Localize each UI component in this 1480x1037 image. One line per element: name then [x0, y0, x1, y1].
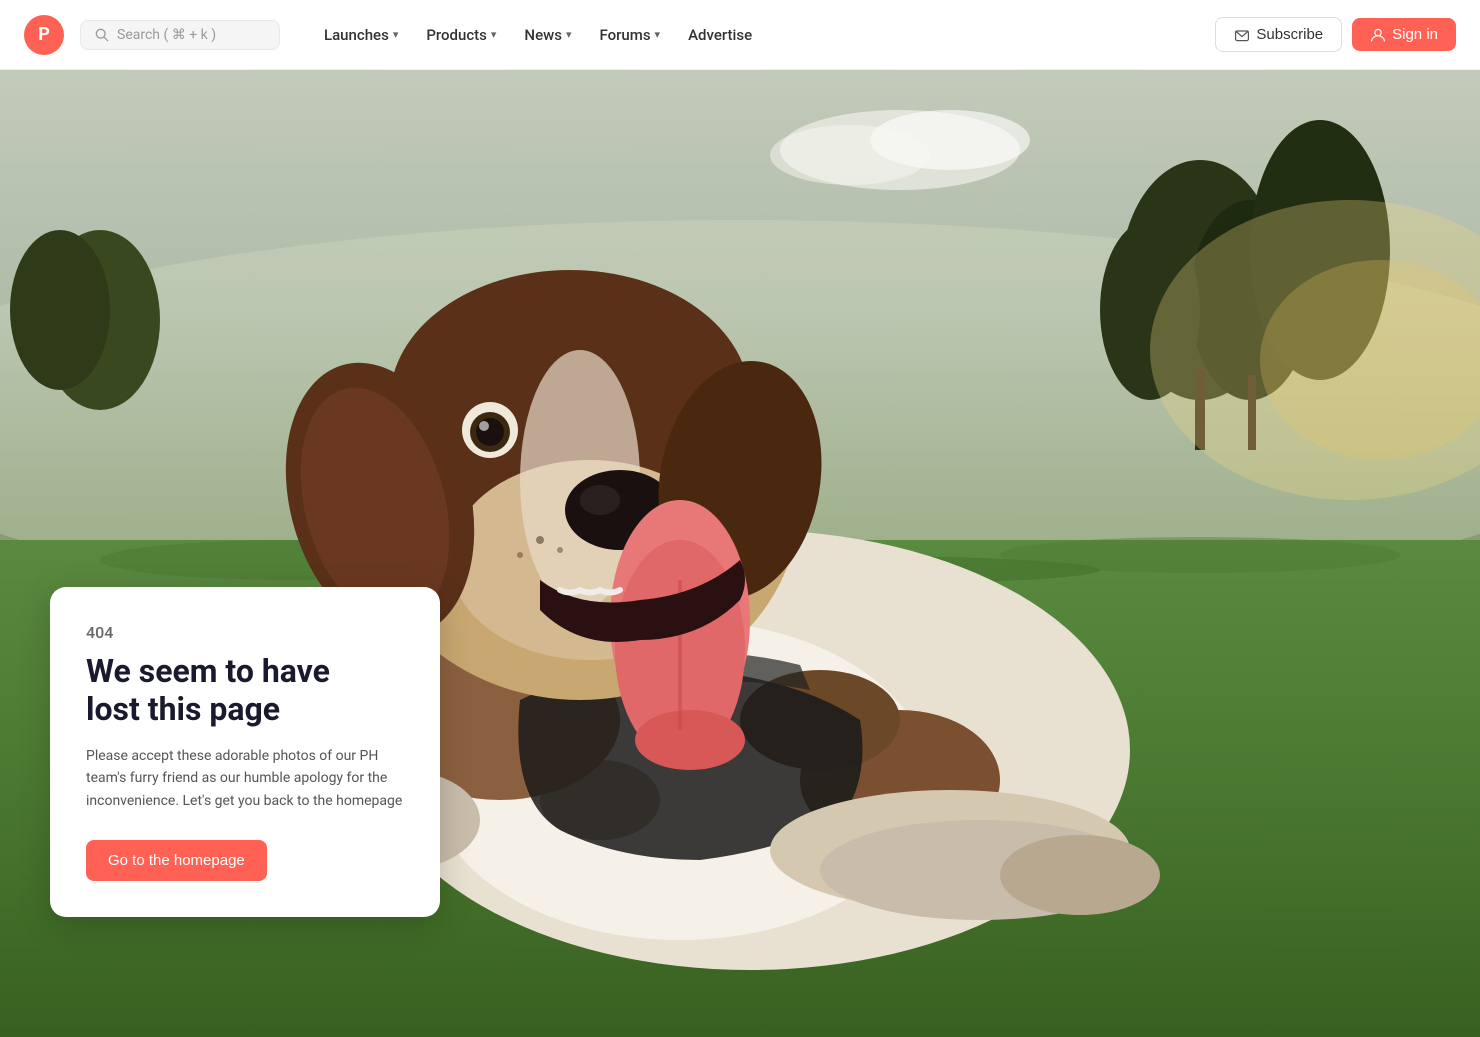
nav-products-label: Products	[426, 26, 487, 44]
nav-launches-label: Launches	[324, 26, 389, 44]
nav-item-news[interactable]: News ▾	[512, 18, 583, 52]
nav-links: Launches ▾ Products ▾ News ▾ Forums ▾ Ad…	[312, 18, 764, 52]
signin-button[interactable]: Sign in	[1352, 18, 1456, 51]
signin-icon	[1370, 27, 1386, 43]
error-title-line1: We seem to have	[86, 652, 330, 690]
search-box[interactable]: Search ( ⌘ + k )	[80, 20, 280, 50]
logo[interactable]: P	[24, 15, 64, 55]
nav-advertise-label: Advertise	[688, 26, 752, 44]
chevron-down-icon: ▾	[491, 28, 497, 41]
error-title: We seem to have lost this page	[86, 652, 404, 729]
hero-section: 404 We seem to have lost this page Pleas…	[0, 0, 1480, 1037]
chevron-down-icon: ▾	[655, 28, 661, 41]
nav-item-forums[interactable]: Forums ▾	[587, 18, 672, 52]
subscribe-button[interactable]: Subscribe	[1215, 17, 1342, 52]
subscribe-label: Subscribe	[1256, 26, 1323, 43]
error-title-line2: lost this page	[86, 690, 280, 728]
search-placeholder: Search ( ⌘ + k )	[117, 27, 216, 43]
navbar: P Search ( ⌘ + k ) Launches ▾ Products ▾…	[0, 0, 1480, 70]
nav-item-products[interactable]: Products ▾	[414, 18, 508, 52]
go-to-homepage-button[interactable]: Go to the homepage	[86, 840, 267, 881]
logo-letter: P	[38, 24, 50, 45]
nav-right: Subscribe Sign in	[1215, 17, 1456, 52]
nav-item-launches[interactable]: Launches ▾	[312, 18, 410, 52]
chevron-down-icon: ▾	[566, 28, 572, 41]
email-icon	[1234, 27, 1250, 43]
nav-news-label: News	[524, 26, 562, 44]
error-code: 404	[86, 623, 404, 642]
nav-item-advertise[interactable]: Advertise	[676, 18, 764, 52]
error-card: 404 We seem to have lost this page Pleas…	[50, 587, 440, 917]
chevron-down-icon: ▾	[393, 28, 399, 41]
signin-label: Sign in	[1392, 26, 1438, 43]
nav-forums-label: Forums	[599, 26, 650, 44]
error-description: Please accept these adorable photos of o…	[86, 745, 404, 812]
search-icon	[95, 28, 109, 42]
